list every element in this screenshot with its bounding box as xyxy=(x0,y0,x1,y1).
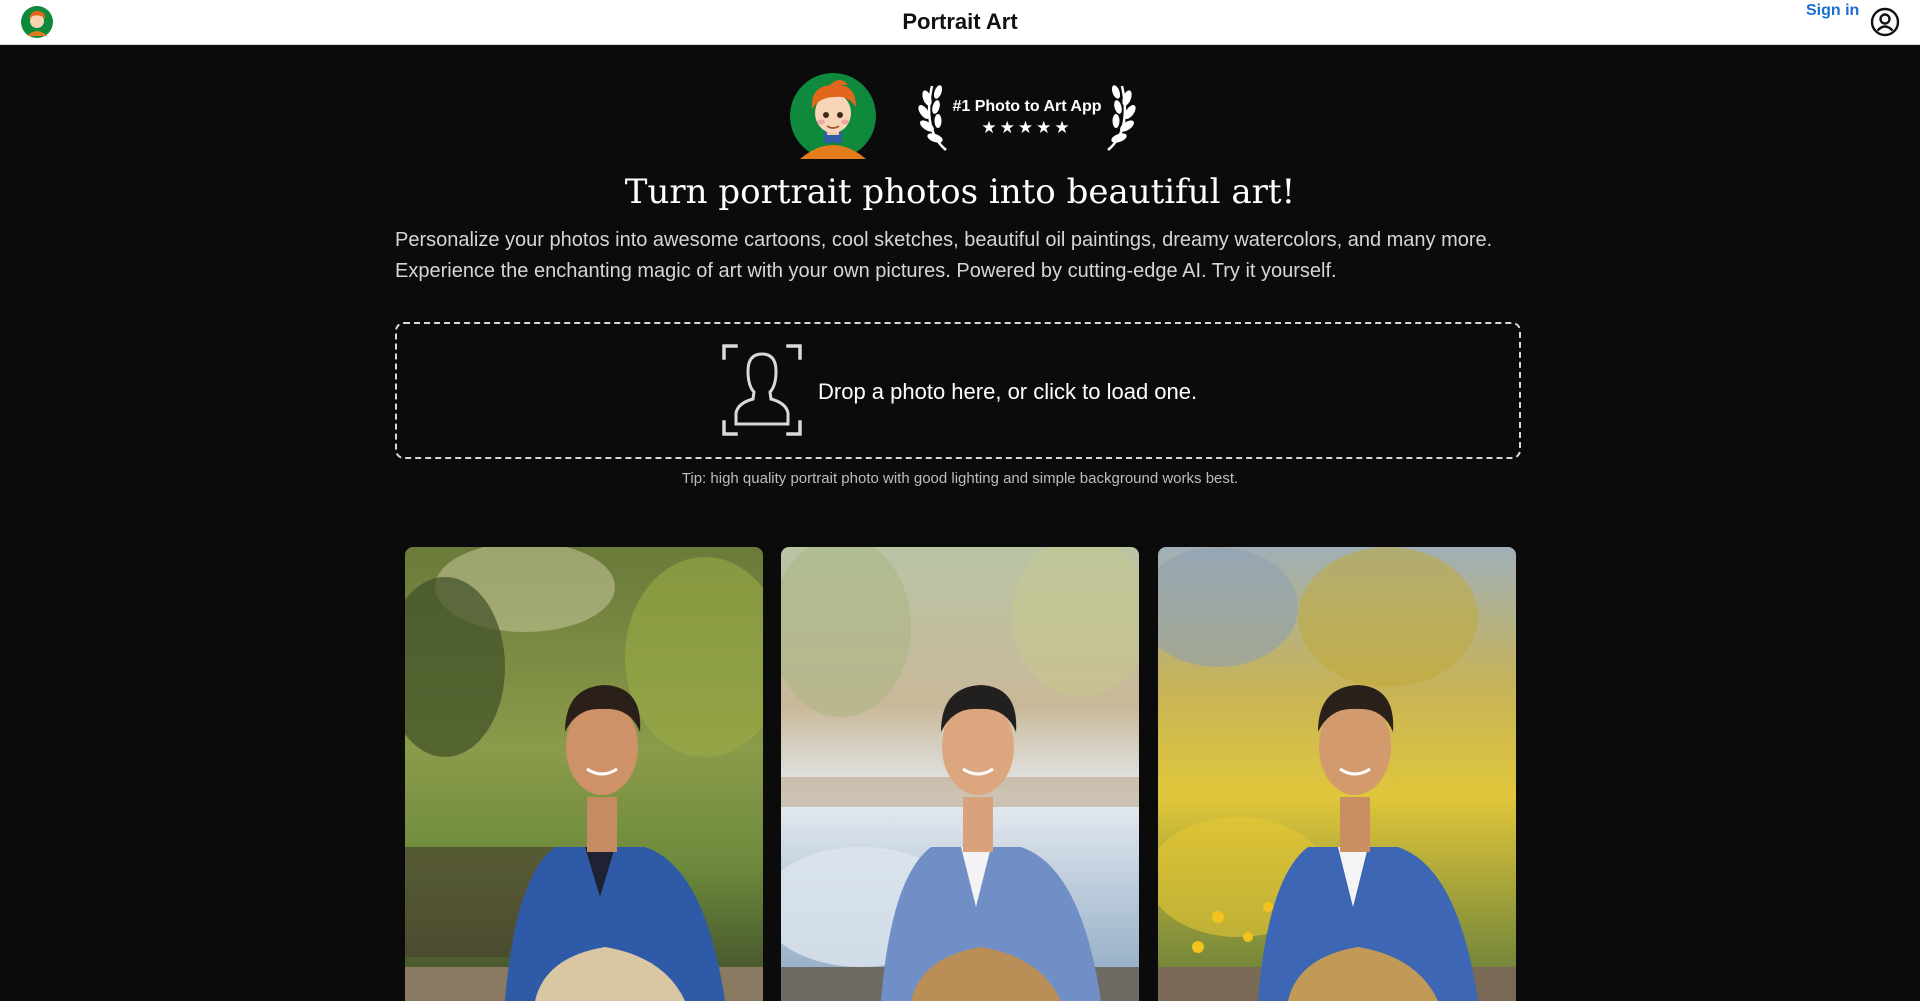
app-title: Portrait Art xyxy=(902,9,1018,34)
gallery-item-oil-painting[interactable] xyxy=(1158,547,1516,1001)
oil-painting-image xyxy=(1158,547,1516,1001)
intro-line-2: Experience the enchanting magic of art w… xyxy=(395,260,1337,282)
sign-in-link[interactable]: Sign in xyxy=(1806,2,1859,20)
watercolor-painting-image xyxy=(781,547,1139,1001)
account-circle-icon[interactable] xyxy=(1870,7,1900,37)
page-headline: Turn portrait photos into beautiful art! xyxy=(624,172,1296,212)
intro-text: Personalize your photos into awesome car… xyxy=(395,225,1535,287)
award-badge: #1 Photo to Art App ★★★★★ xyxy=(918,80,1136,152)
intro-line-1: Personalize your photos into awesome car… xyxy=(395,229,1493,251)
laurel-right-icon xyxy=(1107,85,1136,151)
portrait-frame-icon xyxy=(722,344,802,436)
top-bar: Portrait Art Sign in xyxy=(0,0,1920,45)
photo-drop-zone[interactable]: Drop a photo here, or click to load one. xyxy=(395,322,1521,459)
upload-tip: Tip: high quality portrait photo with go… xyxy=(681,470,1239,487)
gallery-item-watercolor[interactable] xyxy=(781,547,1139,1001)
drop-zone-label: Drop a photo here, or click to load one. xyxy=(818,379,1198,404)
gallery-item-original-photo[interactable] xyxy=(405,547,763,1001)
original-photo-image xyxy=(405,547,763,1001)
laurel-left-icon xyxy=(918,85,947,151)
cartoon-avatar-image xyxy=(790,73,876,159)
